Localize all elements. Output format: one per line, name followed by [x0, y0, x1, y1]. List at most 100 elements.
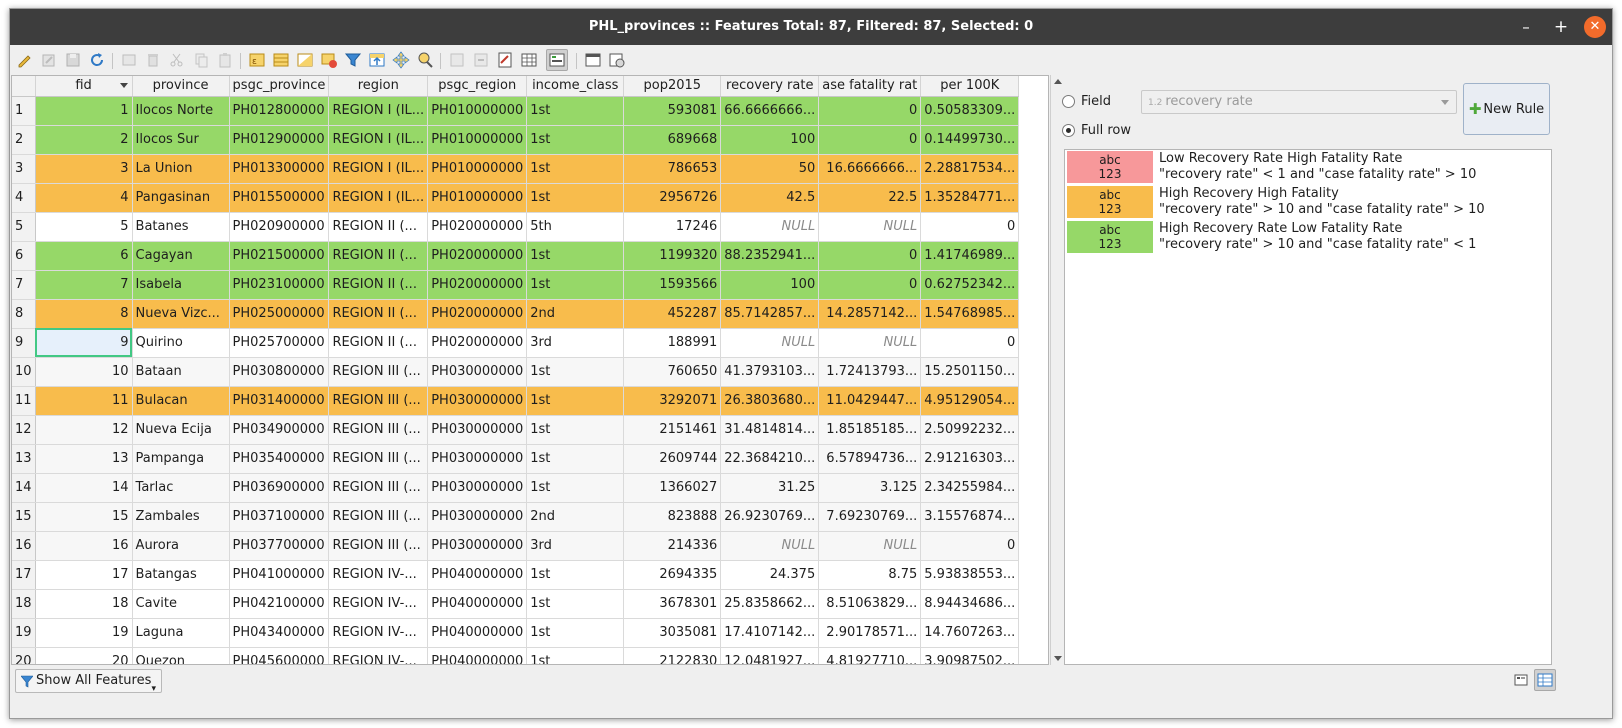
table-cell[interactable]: 18 — [35, 589, 133, 619]
table-cell[interactable]: 0 — [920, 328, 1020, 358]
zoom-to-selection-icon[interactable] — [416, 51, 434, 69]
table-cell[interactable]: 2122830 — [623, 647, 722, 664]
row-number[interactable]: 11 — [12, 386, 36, 416]
table-corner[interactable] — [12, 76, 36, 97]
scroll-up-icon[interactable] — [1054, 79, 1062, 84]
table-row[interactable]: 1 1 Ilocos Norte PH012800000 REGION I (IL...… — [12, 96, 1020, 126]
row-number[interactable]: 16 — [12, 531, 36, 561]
table-cell[interactable]: REGION II (... — [328, 299, 429, 329]
table-cell[interactable]: 20 — [35, 647, 133, 664]
table-cell[interactable]: PH010000000 — [427, 183, 528, 213]
table-cell[interactable]: 0 — [818, 241, 922, 271]
column-header[interactable]: province — [132, 76, 230, 97]
table-cell[interactable]: REGION IV-... — [328, 618, 429, 648]
table-cell[interactable]: 17 — [35, 560, 133, 590]
table-cell[interactable]: PH037100000 — [229, 502, 330, 532]
table-cell[interactable]: 2nd — [526, 502, 625, 532]
table-cell[interactable]: 1st — [526, 415, 625, 445]
column-header[interactable]: ase fatality rat — [818, 76, 922, 97]
row-number[interactable]: 4 — [12, 183, 36, 213]
table-row[interactable]: 9 9 Quirino PH025700000 REGION II (... PH0200… — [12, 328, 1020, 358]
table-cell[interactable]: NULL — [818, 212, 922, 242]
table-cell[interactable]: 1.41746989... — [920, 241, 1020, 271]
row-number[interactable]: 7 — [12, 270, 36, 300]
table-cell[interactable]: REGION IV-... — [328, 647, 429, 664]
table-cell[interactable]: Cagayan — [132, 241, 230, 271]
row-number[interactable]: 5 — [12, 212, 36, 242]
minimize-button[interactable]: – — [1515, 16, 1537, 38]
table-cell[interactable]: La Union — [132, 154, 230, 184]
row-number[interactable]: 1 — [12, 96, 36, 126]
table-cell[interactable]: 1st — [526, 444, 625, 474]
delete-feature-icon[interactable] — [144, 51, 162, 69]
row-number[interactable]: 19 — [12, 618, 36, 648]
table-cell[interactable]: Pampanga — [132, 444, 230, 474]
table-cell[interactable]: 13 — [35, 444, 133, 474]
table-cell[interactable]: PH012900000 — [229, 125, 330, 155]
table-cell[interactable]: Quezon — [132, 647, 230, 664]
deselect-all-icon[interactable] — [320, 51, 338, 69]
row-number[interactable]: 13 — [12, 444, 36, 474]
table-cell[interactable]: 1st — [526, 183, 625, 213]
table-cell[interactable]: PH042100000 — [229, 589, 330, 619]
table-cell[interactable]: 2609744 — [623, 444, 722, 474]
table-cell[interactable]: REGION III (... — [328, 444, 429, 474]
close-button[interactable]: ✕ — [1584, 16, 1606, 38]
table-cell[interactable]: 4.95129054... — [920, 386, 1020, 416]
table-row[interactable]: 15 15 Zambales PH037100000 REGION III (... PH… — [12, 502, 1020, 532]
table-row[interactable]: 17 17 Batangas PH041000000 REGION IV-... PH04… — [12, 560, 1020, 590]
table-cell[interactable]: 593081 — [623, 96, 722, 126]
table-cell[interactable]: NULL — [720, 328, 820, 358]
table-cell[interactable]: 1st — [526, 386, 625, 416]
table-cell[interactable]: PH040000000 — [427, 560, 528, 590]
table-cell[interactable]: 7.69230769... — [818, 502, 922, 532]
table-cell[interactable]: 0 — [920, 212, 1020, 242]
table-cell[interactable]: Tarlac — [132, 473, 230, 503]
table-cell[interactable]: 25.8358662... — [720, 589, 820, 619]
table-cell[interactable]: REGION IV-... — [328, 560, 429, 590]
move-selection-top-icon[interactable] — [368, 51, 386, 69]
table-cell[interactable]: PH023100000 — [229, 270, 330, 300]
table-cell[interactable]: 2694335 — [623, 560, 722, 590]
row-number[interactable]: 2 — [12, 125, 36, 155]
table-cell[interactable]: REGION II (... — [328, 212, 429, 242]
table-cell[interactable]: 1.54768985... — [920, 299, 1020, 329]
table-cell[interactable]: 8 — [35, 299, 133, 329]
dock-icon[interactable] — [584, 51, 602, 69]
table-cell[interactable]: 41.3793103... — [720, 357, 820, 387]
table-cell[interactable]: PH025700000 — [229, 328, 330, 358]
row-number[interactable]: 10 — [12, 357, 36, 387]
table-cell[interactable]: 5 — [35, 212, 133, 242]
table-cell[interactable]: PH030800000 — [229, 357, 330, 387]
table-cell[interactable]: 214336 — [623, 531, 722, 561]
table-cell[interactable]: 88.2352941... — [720, 241, 820, 271]
table-cell[interactable]: PH030000000 — [427, 415, 528, 445]
reload-icon[interactable] — [88, 51, 106, 69]
table-cell[interactable]: 1st — [526, 125, 625, 155]
rules-list[interactable]: abc 123 Low Recovery Rate High Fatality Ra… — [1064, 149, 1552, 665]
table-cell[interactable]: REGION II (... — [328, 241, 429, 271]
actions-icon[interactable] — [608, 51, 626, 69]
table-cell[interactable]: Batangas — [132, 560, 230, 590]
table-cell[interactable]: 2151461 — [623, 415, 722, 445]
table-cell[interactable]: PH020000000 — [427, 212, 528, 242]
table-cell[interactable]: REGION I (IL... — [328, 183, 429, 213]
table-cell[interactable]: 9 — [35, 328, 133, 358]
table-cell[interactable]: Nueva Vizc... — [132, 299, 230, 329]
column-header[interactable]: recovery rate — [720, 76, 820, 97]
table-cell[interactable]: 1st — [526, 560, 625, 590]
table-cell[interactable]: REGION II (... — [328, 328, 429, 358]
table-cell[interactable]: REGION III (... — [328, 386, 429, 416]
table-cell[interactable]: 0.50583309... — [920, 96, 1020, 126]
table-cell[interactable]: 3.90987502... — [920, 647, 1020, 664]
add-feature-icon[interactable] — [120, 51, 138, 69]
table-row[interactable]: 2 2 Ilocos Sur PH012900000 REGION I (IL... PH… — [12, 125, 1020, 155]
table-cell[interactable]: PH025000000 — [229, 299, 330, 329]
table-cell[interactable]: 1st — [526, 270, 625, 300]
table-row[interactable]: 18 18 Cavite PH042100000 REGION IV-... PH0400… — [12, 589, 1020, 619]
table-cell[interactable]: 1st — [526, 473, 625, 503]
table-cell[interactable]: NULL — [720, 212, 820, 242]
table-cell[interactable]: REGION III (... — [328, 531, 429, 561]
table-cell[interactable]: 31.25 — [720, 473, 820, 503]
table-cell[interactable]: PH040000000 — [427, 589, 528, 619]
